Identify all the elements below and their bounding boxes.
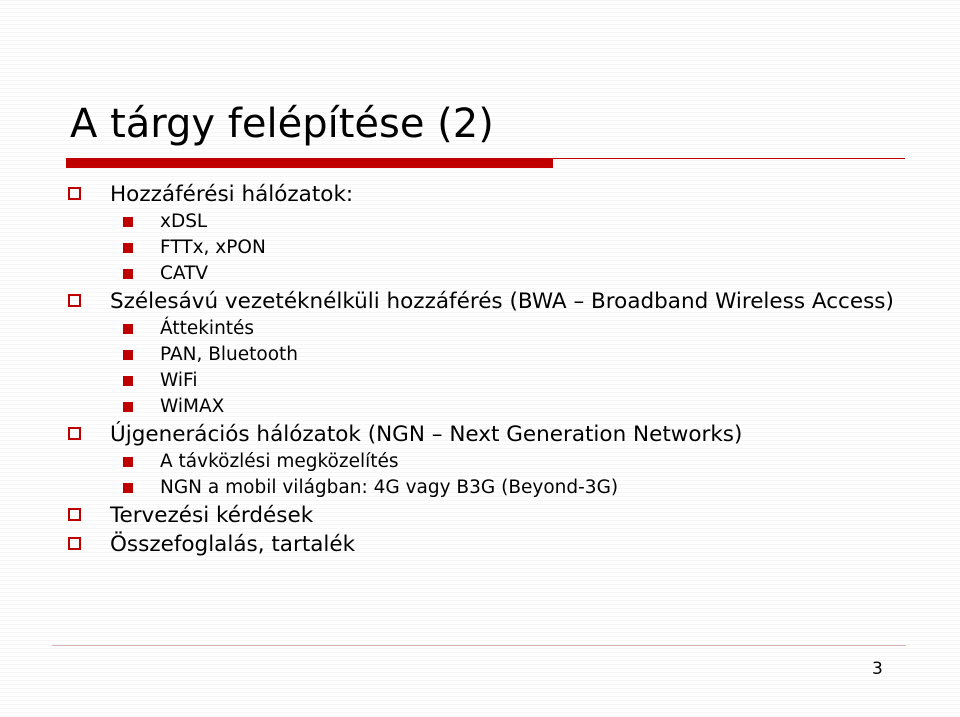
bullet-item: Újgenerációs hálózatok (NGN – Next Gener… <box>0 420 960 449</box>
bullet-item: A távközlési megközelítés <box>0 449 960 475</box>
hollow-square-bullet-icon <box>68 537 81 550</box>
bullet-item: FTTx, xPON <box>0 235 960 261</box>
bullet-item-label: CATV <box>160 263 209 284</box>
bullet-item-label: FTTx, xPON <box>160 237 266 258</box>
bullet-item: Összefoglalás, tartalék <box>0 530 960 559</box>
bullet-item: Hozzáférési hálózatok: <box>0 180 960 209</box>
bullet-item-label: Tervezési kérdések <box>110 503 314 528</box>
bullet-item-label: A távközlési megközelítés <box>160 451 399 472</box>
bullet-item-label: PAN, Bluetooth <box>160 344 299 365</box>
filled-square-bullet-icon <box>123 324 133 334</box>
filled-square-bullet-icon <box>123 402 133 412</box>
filled-square-bullet-icon <box>123 350 133 360</box>
hollow-square-bullet-icon <box>68 508 81 521</box>
bullet-item: CATV <box>0 261 960 287</box>
bullet-item: PAN, Bluetooth <box>0 342 960 368</box>
bullet-item: NGN a mobil világban: 4G vagy B3G (Beyon… <box>0 475 960 501</box>
filled-square-bullet-icon <box>123 483 133 493</box>
bullet-item-label: Összefoglalás, tartalék <box>110 532 356 557</box>
hollow-square-bullet-icon <box>68 187 81 200</box>
hollow-square-bullet-icon <box>68 427 81 440</box>
title-underline-thick <box>66 159 553 168</box>
filled-square-bullet-icon <box>123 376 133 386</box>
bullet-item: Tervezési kérdések <box>0 501 960 530</box>
bullet-item: xDSL <box>0 209 960 235</box>
filled-square-bullet-icon <box>123 269 133 279</box>
filled-square-bullet-icon <box>123 457 133 467</box>
bullet-item-label: NGN a mobil világban: 4G vagy B3G (Beyon… <box>160 477 619 498</box>
filled-square-bullet-icon <box>123 243 133 253</box>
bullet-item-label: WiFi <box>160 370 198 391</box>
bullet-item-label: Szélesávú vezetéknélküli hozzáférés (BWA… <box>110 289 894 314</box>
filled-square-bullet-icon <box>123 217 133 227</box>
page-title: A tárgy felépítése (2) <box>70 101 494 147</box>
bullet-item: WiFi <box>0 368 960 394</box>
bullet-item-label: WiMAX <box>160 396 225 417</box>
bullet-item-label: Hozzáférési hálózatok: <box>110 182 354 207</box>
presentation-slide: A tárgy felépítése (2) Hozzáférési hálóz… <box>0 0 960 717</box>
bullet-item-label: xDSL <box>160 211 208 232</box>
bullet-item-label: Újgenerációs hálózatok (NGN – Next Gener… <box>110 422 743 447</box>
bullet-item: WiMAX <box>0 394 960 420</box>
bullet-item: Áttekintés <box>0 316 960 342</box>
hollow-square-bullet-icon <box>68 294 81 307</box>
bullet-item-label: Áttekintés <box>160 318 255 339</box>
bullet-item: Szélesávú vezetéknélküli hozzáférés (BWA… <box>0 287 960 316</box>
page-number: 3 <box>872 659 883 679</box>
footer-divider <box>52 645 906 646</box>
bullet-list: Hozzáférési hálózatok: xDSL FTTx, xPON CATV… <box>0 180 960 559</box>
